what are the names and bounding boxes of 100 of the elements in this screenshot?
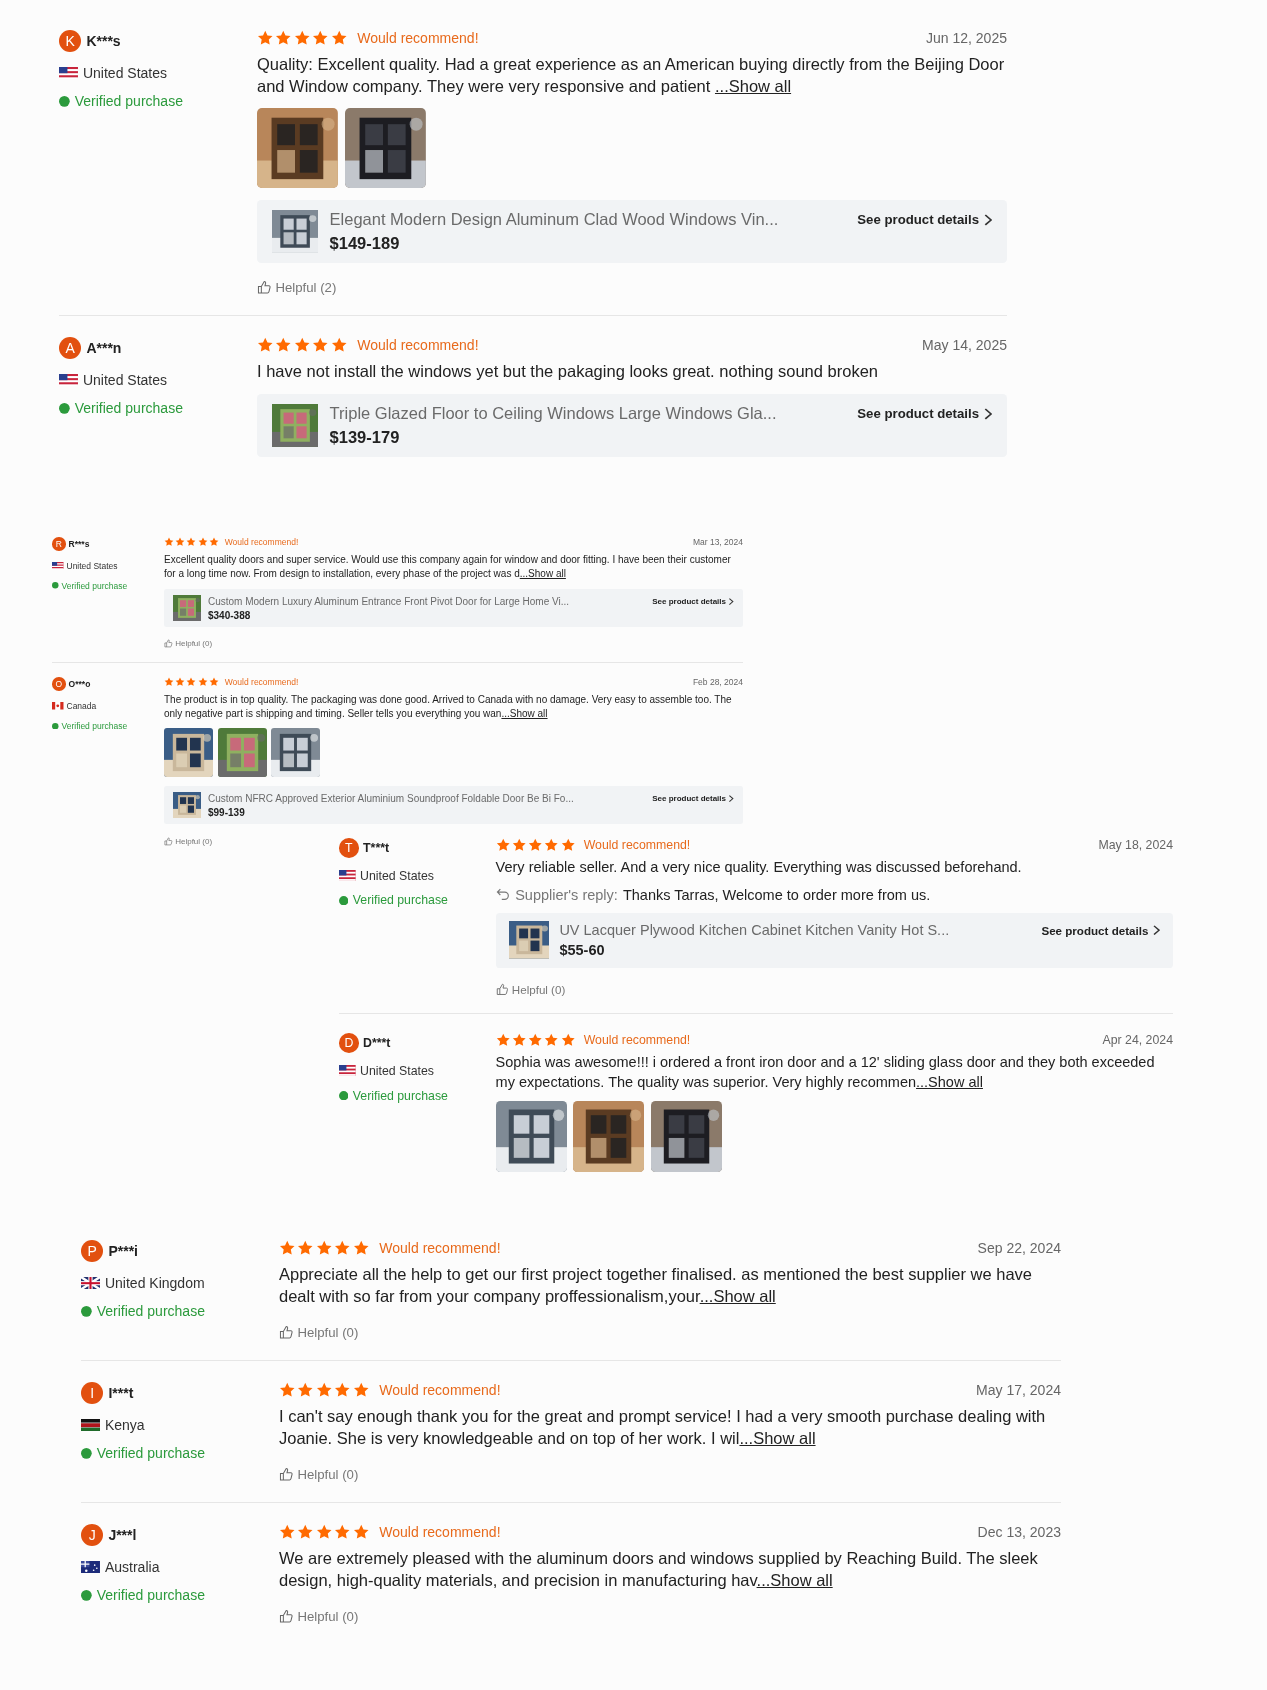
star-icon — [315, 1524, 333, 1541]
verified-icon — [81, 1447, 92, 1459]
country-name: United Kingdom — [104, 1274, 205, 1291]
reviewer-name: P***i — [108, 1243, 138, 1260]
star-icon — [511, 838, 527, 853]
show-all-link[interactable]: ...Show all — [714, 77, 792, 96]
recommend-label: Would recommend! — [379, 1240, 501, 1257]
show-all-link[interactable]: ...Show all — [501, 707, 548, 719]
verified-label: Verified purchase — [61, 721, 128, 731]
product-price: $149-189 — [329, 233, 401, 253]
chevron-right-icon — [982, 407, 993, 420]
show-all-link[interactable]: ...Show all — [699, 1287, 776, 1306]
verified-label: Verified purchase — [352, 893, 448, 908]
review-date: Sep 22, 2024 — [977, 1240, 1061, 1257]
country-name: United States — [66, 560, 118, 571]
review-text: Excellent quality doors and super service. Would use this company again for window and door fitting. I have been their customer for a long time now. From design to installation, every phase of the project was d...Show all — [164, 553, 732, 580]
product-title: UV Lacquer Plywood Kitchen Cabinet Kitchen Vanity Hot S... — [559, 922, 951, 939]
chevron-right-icon — [728, 794, 734, 803]
avatar: R — [52, 537, 66, 551]
product-details-link[interactable]: See product details — [652, 596, 734, 606]
show-all-link[interactable]: ...Show all — [916, 1073, 983, 1090]
product-title: Custom Modern Luxury Aluminum Entrance Front Pivot Door for Large Home Vi... — [208, 595, 571, 607]
product-price: $99-139 — [208, 806, 246, 818]
star-icon — [257, 30, 274, 47]
helpful-button[interactable]: Helpful (0) — [279, 1608, 359, 1624]
verified-label: Verified purchase — [61, 580, 128, 591]
star-icon — [312, 30, 329, 47]
thumbs-up-icon — [279, 1325, 294, 1340]
helpful-button[interactable]: Helpful (0) — [495, 982, 566, 996]
product-price: $55-60 — [559, 942, 606, 959]
star-icon — [164, 537, 174, 547]
show-all-link[interactable]: ...Show all — [739, 1429, 816, 1448]
helpful-button[interactable]: Helpful (2) — [257, 279, 337, 295]
verified-icon — [59, 402, 70, 414]
flag-icon — [339, 870, 356, 882]
review-text: I can't say enough thank you for the great and prompt service! I had a very smooth purchase dealing with Joanie. She is very knowledgeable and on top of her work. I wil...Show all — [279, 1406, 1047, 1450]
country-name: United States — [360, 868, 434, 883]
show-all-link[interactable]: ...Show all — [519, 567, 566, 579]
star-icon — [186, 677, 197, 688]
verified-label: Verified purchase — [96, 1445, 205, 1462]
product-details-link[interactable]: See product details — [857, 406, 993, 422]
recommend-label: Would recommend! — [583, 1033, 691, 1048]
product-title: Elegant Modern Design Aluminum Clad Wood Windows Vin... — [329, 209, 780, 229]
flag-icon — [52, 702, 64, 710]
star-icon — [164, 677, 174, 688]
review-date: May 17, 2024 — [976, 1382, 1061, 1399]
thumbs-up-icon — [279, 1467, 294, 1482]
show-all-link[interactable]: ...Show all — [756, 1571, 833, 1590]
verified-icon — [59, 95, 70, 107]
star-icon — [495, 1033, 511, 1048]
review-text: Quality: Excellent quality. Had a great experience as an American buying directly from the Beijing Door and Window company. They were very responsive and patient ...Show all — [257, 54, 1006, 98]
recommend-label: Would recommend! — [224, 537, 299, 547]
helpful-button[interactable]: Helpful (0) — [279, 1324, 359, 1340]
star-icon — [293, 337, 311, 354]
helpful-button[interactable]: Helpful (0) — [164, 639, 213, 649]
verified-label: Verified purchase — [74, 400, 183, 417]
star-icon — [330, 337, 348, 354]
star-icon — [352, 1524, 370, 1541]
avatar: A — [59, 337, 82, 360]
star-icon — [297, 1382, 314, 1399]
flag-icon — [339, 1065, 356, 1077]
star-icon — [279, 1524, 296, 1541]
helpful-button[interactable]: Helpful (0) — [279, 1466, 359, 1482]
reviewer-name: T***t — [363, 840, 390, 855]
avatar: O — [52, 677, 66, 691]
product-title: Custom NFRC Approved Exterior Aluminium Soundproof Foldable Door Be Bi Fo... — [208, 792, 575, 804]
reviewer-name: J***l — [108, 1527, 137, 1544]
reviewer-name: I***t — [108, 1385, 134, 1402]
star-icon — [297, 1240, 314, 1257]
thumbs-up-icon — [164, 639, 173, 649]
verified-icon — [81, 1305, 92, 1317]
country-name: Canada — [66, 701, 97, 711]
helpful-button[interactable]: Helpful (0) — [164, 836, 213, 846]
review-text: We are extremely pleased with the aluminum doors and windows supplied by Reaching Build. The sleek design, high-quality materials, and precision in manufacturing hav...Show all — [279, 1548, 1039, 1592]
star-icon — [330, 30, 348, 47]
thumbs-up-icon — [164, 836, 173, 846]
star-icon — [257, 337, 274, 354]
star-icon — [544, 1033, 559, 1048]
star-icon — [352, 1240, 370, 1257]
reply-text: Thanks Tarras, Welcome to order more from us. — [622, 886, 931, 903]
star-icon — [279, 1382, 296, 1399]
recommend-label: Would recommend! — [224, 677, 299, 688]
star-icon — [175, 537, 186, 547]
country-name: United States — [360, 1063, 434, 1078]
recommend-label: Would recommend! — [583, 838, 691, 853]
product-details-link[interactable]: See product details — [652, 794, 734, 803]
star-icon — [197, 677, 208, 688]
star-icon — [275, 30, 292, 47]
star-icon — [315, 1382, 333, 1399]
star-icon — [560, 838, 576, 853]
star-icon — [334, 1240, 351, 1257]
star-icon — [560, 1033, 576, 1048]
star-icon — [208, 677, 219, 688]
star-icon — [528, 1033, 543, 1048]
star-icon — [175, 677, 186, 688]
reviewer-name: A***n — [86, 340, 122, 357]
review-date: Feb 28, 2024 — [692, 677, 743, 688]
product-details-link[interactable]: See product details — [857, 212, 993, 228]
review-text: Appreciate all the help to get our first project together finalised. as mentioned the best supplier we have dealt with so far from your company proffessionalism,your...Show all — [279, 1264, 1034, 1308]
product-details-link[interactable]: See product details — [1041, 923, 1160, 937]
